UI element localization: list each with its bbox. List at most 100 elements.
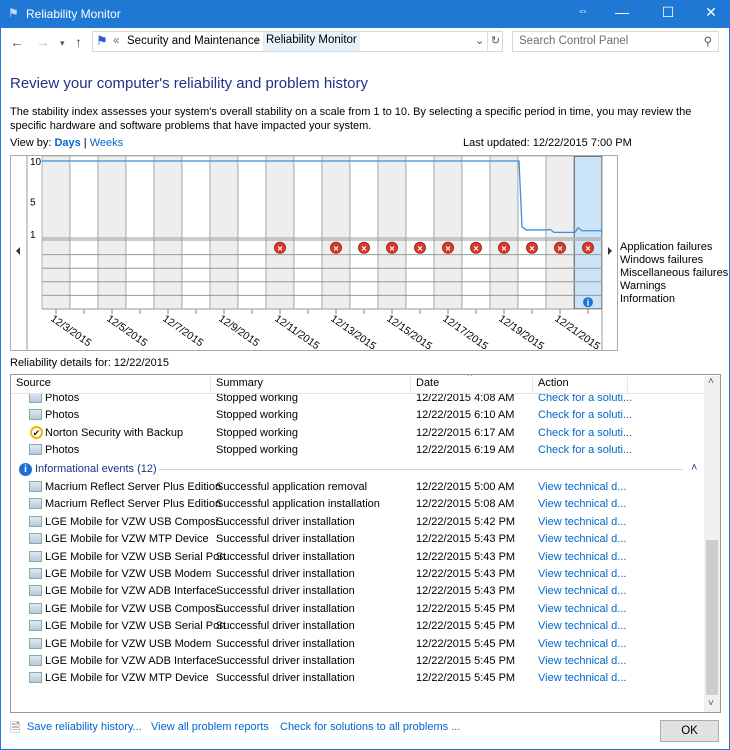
- window-title: Reliability Monitor: [26, 7, 121, 21]
- application-icon: [29, 602, 42, 614]
- action-link[interactable]: Check for a soluti...: [538, 394, 632, 404]
- column-action[interactable]: Action: [533, 377, 628, 393]
- cell-source: Macrium Reflect Server Plus Edition: [45, 498, 222, 511]
- column-source[interactable]: Source: [11, 377, 211, 393]
- table-row[interactable]: LGE Mobile for VZW USB Serial Port Succes…: [11, 549, 705, 566]
- table-row[interactable]: LGE Mobile for VZW USB Modem Successful d…: [11, 636, 705, 653]
- scroll-up-icon[interactable]: ˄: [708, 376, 714, 387]
- breadcrumb-separator-icon[interactable]: ›: [255, 35, 259, 47]
- action-link[interactable]: Check for a soluti...: [538, 427, 632, 439]
- day-column[interactable]: [293, 156, 323, 310]
- overflow-chevron-icon[interactable]: «: [113, 35, 119, 47]
- day-column[interactable]: [321, 156, 351, 310]
- table-row[interactable]: Photos Stopped working 12/22/2015 6:10 AM C…: [11, 407, 705, 424]
- check-all-solutions-link[interactable]: Check for solutions to all problems ...: [280, 721, 460, 733]
- day-column[interactable]: [41, 156, 71, 310]
- y-tick-label: 10: [30, 157, 42, 168]
- view-all-reports-link[interactable]: View all problem reports: [151, 721, 269, 733]
- action-link[interactable]: View technical d...: [538, 672, 626, 684]
- action-link[interactable]: View technical d...: [538, 551, 626, 563]
- group-header-informational[interactable]: i Informational events (12) ˄: [11, 461, 705, 478]
- day-column[interactable]: [69, 156, 99, 310]
- scroll-right-icon[interactable]: [608, 247, 612, 255]
- close-button[interactable]: ✕: [696, 4, 726, 21]
- application-icon: [29, 655, 42, 666]
- chart-svg[interactable]: 1051× × × × × × × × × × ×i12/3/2015 12/5/2015 12/7/2…: [11, 156, 618, 351]
- action-link[interactable]: View technical d...: [538, 620, 626, 632]
- view-days-link[interactable]: Days: [54, 137, 80, 149]
- day-column[interactable]: [209, 156, 239, 310]
- legend-windows-failures: Windows failures: [620, 254, 704, 266]
- forward-button[interactable]: →: [36, 34, 50, 50]
- back-button[interactable]: ←: [10, 34, 24, 50]
- recent-dropdown-icon[interactable]: ▾: [60, 38, 65, 49]
- table-row[interactable]: LGE Mobile for VZW USB Composi... Success…: [11, 514, 705, 531]
- description: The stability index assesses your system…: [10, 106, 692, 132]
- search-input[interactable]: Search Control Panel ⚲: [512, 31, 719, 52]
- action-link[interactable]: View technical d...: [538, 498, 626, 510]
- search-icon[interactable]: ⚲: [704, 34, 712, 48]
- table-row[interactable]: ✔ Norton Security with Backup Stopped work…: [11, 425, 705, 442]
- cell-source: LGE Mobile for VZW ADB Interface: [45, 655, 217, 667]
- day-column[interactable]: [517, 156, 547, 310]
- day-column[interactable]: [405, 156, 435, 310]
- reliability-chart[interactable]: 10 5 1 × × × × × × × × × × × i 12/3/2015 12/5/2015 12/7/2…: [10, 155, 618, 351]
- save-history-link[interactable]: Save reliability history...: [27, 721, 142, 733]
- day-column[interactable]: [573, 156, 603, 310]
- table-row[interactable]: LGE Mobile for VZW MTP Device Successful …: [11, 670, 705, 687]
- day-column[interactable]: [377, 156, 407, 310]
- table-row[interactable]: Photos Stopped working 12/22/2015 4:08 AM C…: [11, 394, 705, 407]
- table-row[interactable]: Photos Stopped working 12/22/2015 6:19 AM C…: [11, 442, 705, 459]
- day-column[interactable]: [433, 156, 463, 310]
- table-row[interactable]: LGE Mobile for VZW USB Modem Successful d…: [11, 566, 705, 583]
- error-icon-glyph: ×: [417, 243, 422, 253]
- action-link[interactable]: View technical d...: [538, 603, 626, 615]
- cell-source: LGE Mobile for VZW ADB Interface: [45, 585, 217, 598]
- collapse-icon[interactable]: ˄: [691, 462, 697, 474]
- breadcrumb-security-maintenance[interactable]: Security and Maintenance: [127, 35, 260, 47]
- table-row[interactable]: LGE Mobile for VZW USB Composi... Success…: [11, 601, 705, 618]
- cell-summary: Stopped working: [216, 409, 298, 422]
- breadcrumb-reliability-monitor[interactable]: Reliability Monitor: [263, 32, 360, 51]
- scrollbar-thumb[interactable]: [706, 540, 718, 695]
- action-link[interactable]: View technical d...: [538, 585, 626, 597]
- table-row[interactable]: LGE Mobile for VZW ADB Interface Successf…: [11, 583, 705, 600]
- day-column[interactable]: [181, 156, 211, 310]
- action-link[interactable]: View technical d...: [538, 481, 626, 493]
- action-link[interactable]: View technical d...: [538, 638, 626, 650]
- view-weeks-link[interactable]: Weeks: [90, 137, 123, 149]
- error-icon-glyph: ×: [557, 243, 562, 253]
- action-link[interactable]: View technical d...: [538, 568, 626, 580]
- day-column[interactable]: [153, 156, 183, 310]
- cell-date: 12/22/2015 4:08 AM: [416, 394, 515, 404]
- address-dropdown-icon[interactable]: ⌄: [475, 34, 484, 47]
- action-link[interactable]: View technical d...: [538, 655, 626, 667]
- minimize-button[interactable]: —: [607, 4, 637, 20]
- table-row[interactable]: LGE Mobile for VZW USB Serial Port Succes…: [11, 618, 705, 635]
- table-row[interactable]: Macrium Reflect Server Plus Edition Succe…: [11, 496, 705, 513]
- scroll-down-icon[interactable]: ˅: [708, 698, 714, 709]
- day-column[interactable]: [461, 156, 491, 310]
- day-column[interactable]: [265, 156, 295, 310]
- ok-button[interactable]: OK: [660, 720, 719, 742]
- up-button[interactable]: ↑: [75, 34, 82, 50]
- table-row[interactable]: LGE Mobile for VZW MTP Device Successful …: [11, 531, 705, 548]
- day-column[interactable]: [349, 156, 379, 310]
- refresh-button[interactable]: ↻: [487, 32, 503, 51]
- maximize-button[interactable]: ☐: [653, 4, 683, 21]
- day-column[interactable]: [237, 156, 267, 310]
- address-bar[interactable]: ⚑ « Security and Maintenance › Reliabili…: [92, 31, 503, 52]
- day-column[interactable]: [489, 156, 519, 310]
- cell-summary: Successful driver installation: [216, 637, 355, 650]
- day-column[interactable]: [125, 156, 155, 310]
- table-row[interactable]: LGE Mobile for VZW ADB Interface Successf…: [11, 653, 705, 670]
- application-icon: [29, 498, 42, 510]
- action-link[interactable]: View technical d...: [538, 516, 626, 528]
- action-link[interactable]: Check for a soluti...: [538, 409, 632, 421]
- day-column[interactable]: [97, 156, 127, 310]
- column-summary[interactable]: Summary: [211, 377, 411, 393]
- table-row[interactable]: Macrium Reflect Server Plus Edition Succe…: [11, 479, 705, 496]
- scroll-left-icon[interactable]: [16, 247, 20, 255]
- action-link[interactable]: View technical d...: [538, 533, 626, 545]
- action-link[interactable]: Check for a soluti...: [538, 444, 632, 456]
